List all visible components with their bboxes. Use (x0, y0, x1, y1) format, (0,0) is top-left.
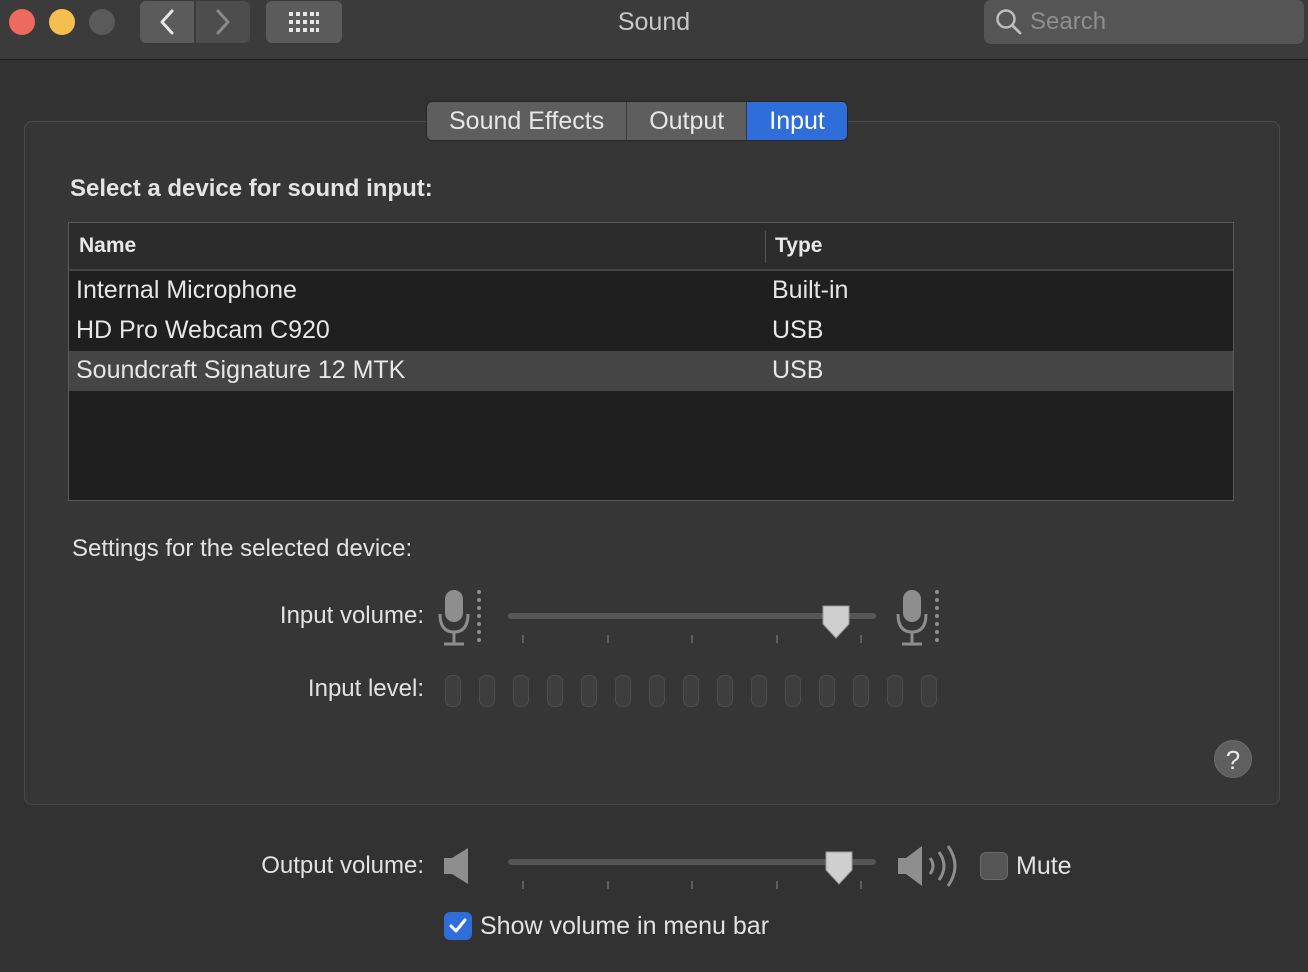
level-segment (479, 675, 495, 707)
microphone-low-icon (438, 590, 481, 646)
level-segment (819, 675, 835, 707)
search-icon (996, 9, 1022, 35)
output-volume-thumb[interactable] (823, 850, 855, 886)
title-bar: Sound (0, 0, 1308, 60)
search-input[interactable] (1030, 8, 1290, 36)
level-segment (513, 675, 529, 707)
tab-sound-effects[interactable]: Sound Effects (427, 102, 628, 140)
output-volume-track[interactable] (508, 859, 876, 865)
tab-input[interactable]: Input (747, 102, 847, 140)
tab-bar: Sound Effects Output Input (426, 101, 848, 141)
device-name: Internal Microphone (76, 276, 297, 304)
checkmark-icon (449, 918, 467, 933)
device-section-title: Select a device for sound input: (70, 175, 433, 202)
slider-tick (691, 881, 693, 889)
search-field[interactable] (984, 0, 1304, 44)
device-table: Name Type Internal Microphone Built-in H… (68, 222, 1234, 501)
table-row[interactable]: HD Pro Webcam C920 USB (69, 311, 1233, 351)
microphone-high-icon (896, 590, 939, 646)
column-header-name[interactable]: Name (79, 234, 136, 258)
input-volume-thumb[interactable] (820, 604, 852, 640)
level-segment (887, 675, 903, 707)
speaker-high-icon (898, 845, 957, 887)
tab-output[interactable]: Output (627, 102, 748, 140)
input-volume-label: Input volume: (279, 602, 424, 629)
level-segment (921, 675, 937, 707)
speaker-low-icon (444, 848, 468, 884)
level-segment (649, 675, 665, 707)
level-segment (547, 675, 563, 707)
level-segment (853, 675, 869, 707)
device-name: Soundcraft Signature 12 MTK (76, 356, 406, 384)
slider-tick (776, 635, 778, 643)
slider-tick (522, 635, 524, 643)
level-segment (785, 675, 801, 707)
mute-checkbox[interactable] (980, 852, 1008, 880)
table-row-selected[interactable]: Soundcraft Signature 12 MTK USB (69, 351, 1233, 391)
level-segment (683, 675, 699, 707)
table-header: Name Type (69, 223, 1233, 271)
column-header-type[interactable]: Type (775, 234, 822, 258)
slider-tick (776, 881, 778, 889)
table-row[interactable]: Internal Microphone Built-in (69, 271, 1233, 311)
slider-tick (607, 635, 609, 643)
slider-tick (522, 881, 524, 889)
show-volume-menubar-label[interactable]: Show volume in menu bar (480, 912, 769, 941)
slider-tick (691, 635, 693, 643)
column-divider[interactable] (765, 231, 766, 263)
settings-title: Settings for the selected device: (72, 535, 413, 562)
help-button[interactable]: ? (1214, 740, 1252, 778)
level-segment (717, 675, 733, 707)
level-segment (751, 675, 767, 707)
slider-tick (860, 635, 862, 643)
level-segment (615, 675, 631, 707)
mute-label[interactable]: Mute (1016, 852, 1072, 881)
device-name: HD Pro Webcam C920 (76, 316, 330, 344)
device-type: USB (772, 316, 824, 344)
slider-tick (607, 881, 609, 889)
level-segment (445, 675, 461, 707)
input-level-label: Input level: (307, 675, 424, 702)
output-volume-label: Output volume: (261, 852, 424, 879)
device-type: Built-in (772, 276, 849, 304)
device-type: USB (772, 356, 824, 384)
show-volume-menubar-checkbox[interactable] (444, 912, 472, 940)
slider-tick (860, 881, 862, 889)
level-segment (581, 675, 597, 707)
